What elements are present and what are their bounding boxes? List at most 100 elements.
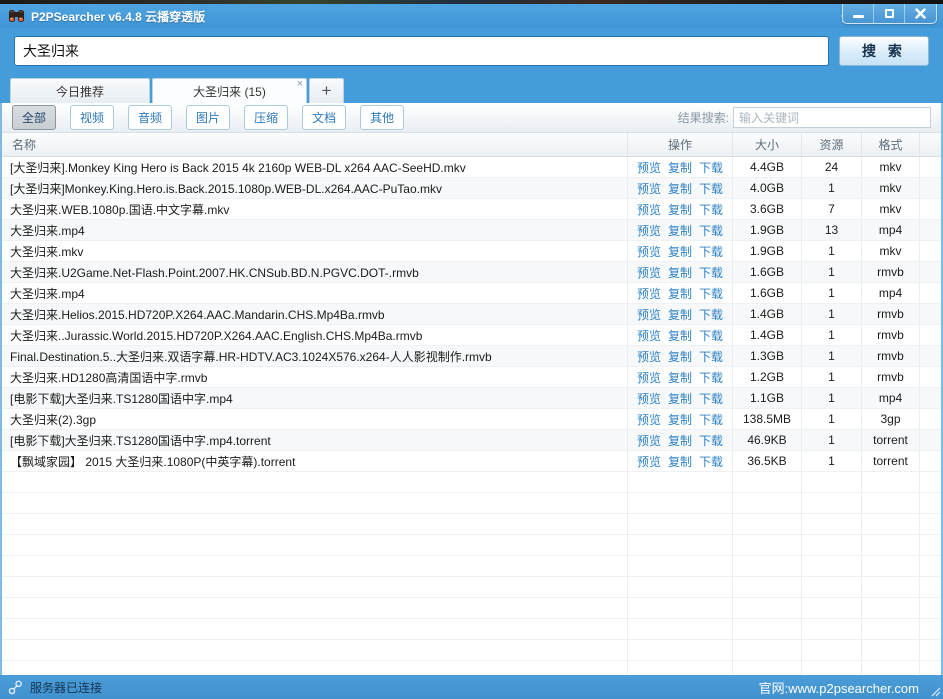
copy-link[interactable]: 复制 [668,453,692,470]
preview-link[interactable]: 预览 [637,306,661,323]
row-actions [628,493,733,513]
download-link[interactable]: 下载 [699,348,723,365]
preview-link[interactable]: 预览 [637,222,661,239]
download-link[interactable]: 下载 [699,390,723,407]
table-row[interactable]: 大圣归来.mp4 预览 复制 下载 1.6GB 1 mp4 [2,283,941,304]
tab-bar: 今日推荐 大圣归来 (15) × + [0,73,943,103]
add-tab-button[interactable]: + [309,78,344,103]
table-row[interactable]: 【飘域家园】 2015 大圣归来.1080P(中英字幕).torrent 预览 … [2,451,941,472]
copy-link[interactable]: 复制 [668,348,692,365]
preview-link[interactable]: 预览 [637,369,661,386]
copy-link[interactable]: 复制 [668,180,692,197]
filter-other-button[interactable]: 其他 [360,105,404,130]
extra-cell [920,598,941,618]
filter-all-button[interactable]: 全部 [12,105,56,130]
filter-image-button[interactable]: 图片 [186,105,230,130]
preview-link[interactable]: 预览 [637,243,661,260]
table-row[interactable]: [大圣归来].Monkey King Hero is Back 2015 4k … [2,157,941,178]
empty-row [2,661,941,675]
preview-link[interactable]: 预览 [637,180,661,197]
header-size[interactable]: 大小 [733,133,802,156]
preview-link[interactable]: 预览 [637,201,661,218]
download-link[interactable]: 下载 [699,306,723,323]
table-row[interactable]: [电影下载]大圣归来.TS1280国语中字.mp4.torrent 预览 复制 … [2,430,941,451]
copy-link[interactable]: 复制 [668,390,692,407]
result-search-input[interactable] [733,107,931,128]
preview-link[interactable]: 预览 [637,159,661,176]
extra-cell [920,661,941,675]
table-row[interactable]: 大圣归来.U2Game.Net-Flash.Point.2007.HK.CNSu… [2,262,941,283]
table-row[interactable]: 大圣归来.mkv 预览 复制 下载 1.9GB 1 mkv [2,241,941,262]
preview-link[interactable]: 预览 [637,264,661,281]
copy-link[interactable]: 复制 [668,432,692,449]
header-resources[interactable]: 资源 [802,133,862,156]
search-button[interactable]: 搜 索 [839,36,929,66]
filter-archive-button[interactable]: 压缩 [244,105,288,130]
download-link[interactable]: 下载 [699,453,723,470]
download-link[interactable]: 下载 [699,159,723,176]
download-link[interactable]: 下载 [699,264,723,281]
copy-link[interactable]: 复制 [668,264,692,281]
copy-link[interactable]: 复制 [668,327,692,344]
download-link[interactable]: 下载 [699,180,723,197]
table-row[interactable]: 大圣归来.WEB.1080p.国语.中文字幕.mkv 预览 复制 下载 3.6G… [2,199,941,220]
resize-grip[interactable] [929,685,941,697]
resource-count: 24 [802,157,862,177]
preview-link[interactable]: 预览 [637,432,661,449]
extra-cell [920,199,941,219]
header-format[interactable]: 格式 [862,133,920,156]
filter-document-button[interactable]: 文档 [302,105,346,130]
file-format: 3gp [862,409,920,429]
tab-close-icon[interactable]: × [297,79,303,90]
filter-audio-button[interactable]: 音频 [128,105,172,130]
table-row[interactable]: [电影下载]大圣归来.TS1280国语中字.mp4 预览 复制 下载 1.1GB… [2,388,941,409]
maximize-button[interactable] [874,4,905,23]
table-row[interactable]: 大圣归来(2).3gp 预览 复制 下载 138.5MB 1 3gp [2,409,941,430]
filter-video-button[interactable]: 视频 [70,105,114,130]
table-row[interactable]: 大圣归来..Jurassic.World.2015.HD720P.X264.AA… [2,325,941,346]
file-size [733,598,802,618]
table-row[interactable]: 大圣归来.mp4 预览 复制 下载 1.9GB 13 mp4 [2,220,941,241]
copy-link[interactable]: 复制 [668,159,692,176]
extra-cell [920,304,941,324]
preview-link[interactable]: 预览 [637,327,661,344]
preview-link[interactable]: 预览 [637,348,661,365]
extra-cell [920,283,941,303]
download-link[interactable]: 下载 [699,432,723,449]
preview-link[interactable]: 预览 [637,411,661,428]
download-link[interactable]: 下载 [699,411,723,428]
preview-link[interactable]: 预览 [637,453,661,470]
header-name[interactable]: 名称 [2,133,628,156]
copy-link[interactable]: 复制 [668,243,692,260]
preview-link[interactable]: 预览 [637,390,661,407]
extra-cell [920,346,941,366]
link-icon [8,680,23,695]
table-row[interactable]: 大圣归来.Helios.2015.HD720P.X264.AAC.Mandari… [2,304,941,325]
download-link[interactable]: 下载 [699,327,723,344]
tab-search-result[interactable]: 大圣归来 (15) × [152,78,307,103]
minimize-button[interactable] [843,4,874,23]
download-link[interactable]: 下载 [699,201,723,218]
copy-link[interactable]: 复制 [668,222,692,239]
download-link[interactable]: 下载 [699,243,723,260]
copy-link[interactable]: 复制 [668,285,692,302]
download-link[interactable]: 下载 [699,369,723,386]
copy-link[interactable]: 复制 [668,411,692,428]
file-name: 大圣归来.mp4 [2,283,628,303]
filter-toolbar: 全部 视频 音频 图片 压缩 文档 其他 结果搜索: [2,103,941,133]
table-row[interactable]: 大圣归来.HD1280高清国语中字.rmvb 预览 复制 下载 1.2GB 1 … [2,367,941,388]
tab-today-recommend[interactable]: 今日推荐 [10,78,150,103]
download-link[interactable]: 下载 [699,285,723,302]
copy-link[interactable]: 复制 [668,306,692,323]
copy-link[interactable]: 复制 [668,369,692,386]
preview-link[interactable]: 预览 [637,285,661,302]
resource-count: 1 [802,178,862,198]
table-body: [大圣归来].Monkey King Hero is Back 2015 4k … [2,157,941,675]
search-input[interactable] [14,36,829,66]
copy-link[interactable]: 复制 [668,201,692,218]
download-link[interactable]: 下载 [699,222,723,239]
close-button[interactable] [905,4,936,23]
table-row[interactable]: Final.Destination.5..大圣归来.双语字幕.HR-HDTV.A… [2,346,941,367]
table-row[interactable]: [大圣归来]Monkey.King.Hero.is.Back.2015.1080… [2,178,941,199]
header-action[interactable]: 操作 [628,133,733,156]
